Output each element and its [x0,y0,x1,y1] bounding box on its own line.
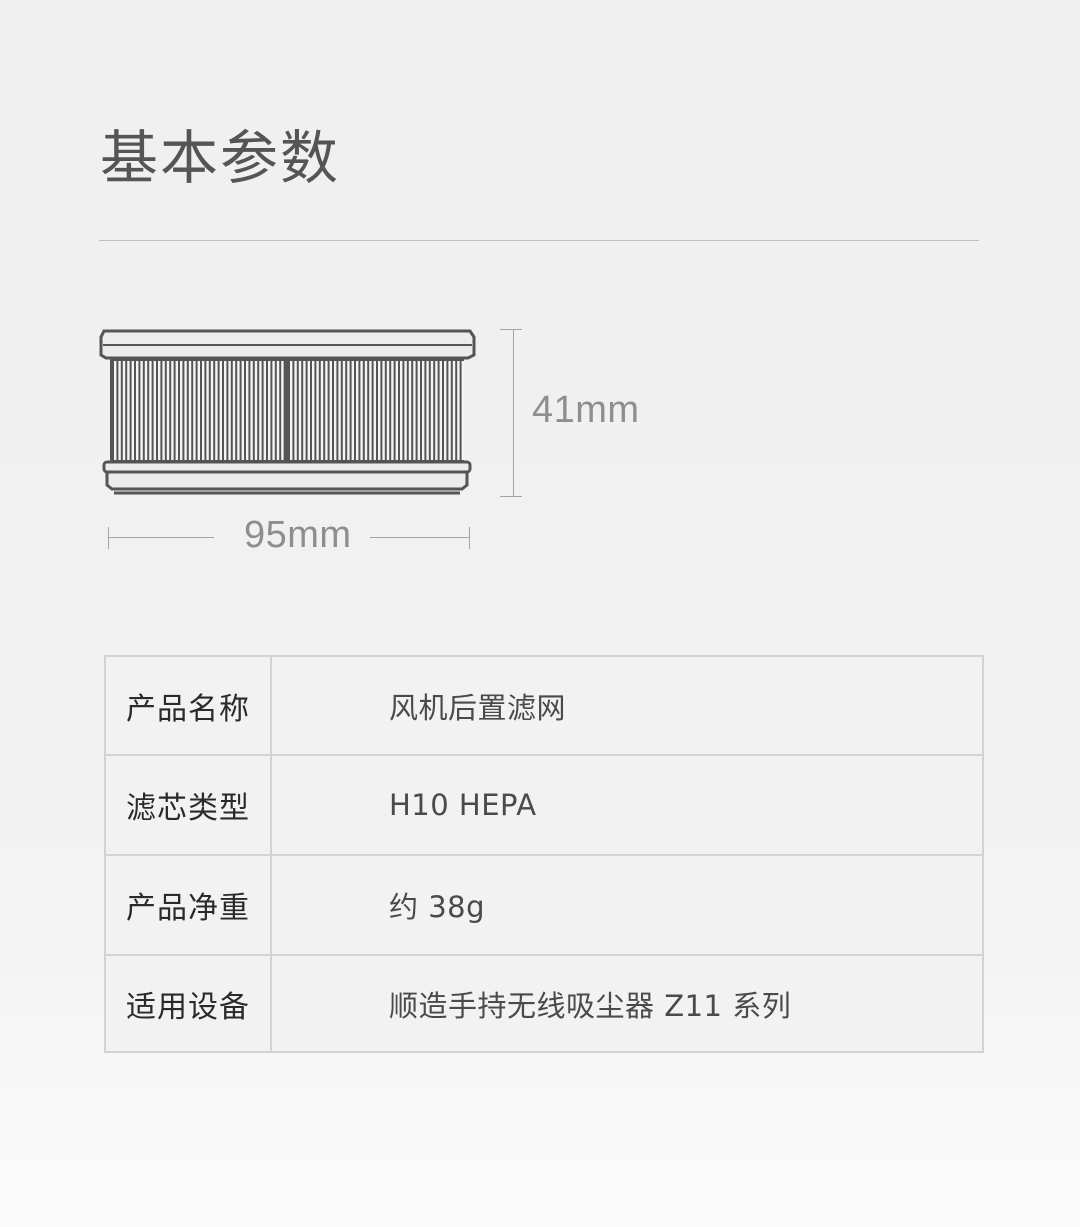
spec-row-compatible-device: 适用设备 顺造手持无线吸尘器 Z11 系列 [106,956,982,1051]
width-dim-line-left [108,537,214,538]
width-dim-right-tick [469,527,470,549]
spec-value: H10 HEPA [389,788,537,822]
spec-value: 约 38g [389,890,486,924]
hepa-filter-icon [99,329,476,495]
height-dim-top-tick [500,329,522,330]
spec-key: 产品净重 [106,856,272,954]
section-title: 基本参数 [100,124,341,192]
height-dim-line [513,329,514,497]
height-dim-bottom-tick [500,496,522,497]
width-dimension-label: 95mm [244,514,352,556]
spec-row-filter-type: 滤芯类型 H10 HEPA [106,756,982,856]
height-dimension-label: 41mm [532,389,640,431]
width-dim-left-tick [108,527,109,549]
width-dim-line-right [370,537,470,538]
spec-key: 产品名称 [106,657,272,754]
spec-key: 适用设备 [106,956,272,1051]
spec-row-product-name: 产品名称 风机后置滤网 [106,657,982,756]
spec-row-net-weight: 产品净重 约 38g [106,856,982,956]
spec-value: 顺造手持无线吸尘器 Z11 系列 [389,988,792,1023]
spec-key: 滤芯类型 [106,756,272,854]
title-divider [99,240,979,241]
spec-table: 产品名称 风机后置滤网 滤芯类型 H10 HEPA 产品净重 约 38g 适用设… [104,655,984,1053]
spec-value: 风机后置滤网 [389,690,567,725]
